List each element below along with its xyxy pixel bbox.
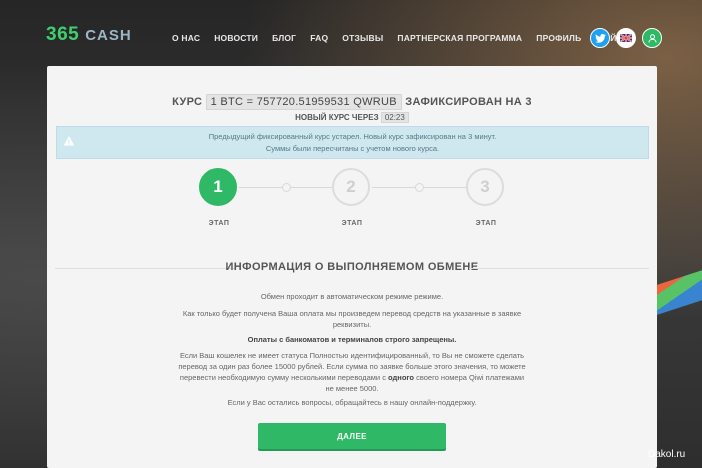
step-2: 2 ЭТАП: [332, 168, 372, 227]
site-header: 365 CASH О НАС НОВОСТИ БЛОГ FAQ ОТЗЫВЫ ПА…: [0, 0, 702, 70]
info-paragraph-3: Если Ваш кошелек не имеет статуса Полнос…: [47, 350, 657, 394]
next-rate-timer: 02:23: [380, 112, 409, 123]
info-warning: Оплаты с банкоматов и терминалов строго …: [247, 335, 457, 344]
rate-prefix: КУРС: [172, 96, 203, 108]
step-connector: [424, 187, 467, 188]
step-dot: [282, 183, 291, 192]
main-nav: О НАС НОВОСТИ БЛОГ FAQ ОТЗЫВЫ ПАРТНЕРСКА…: [172, 33, 628, 43]
step-dot: [415, 183, 424, 192]
header-icons: [590, 28, 662, 48]
info-p3-line3-bold: одного: [388, 373, 415, 382]
nav-item-partner[interactable]: ПАРТНЕРСКАЯ ПРОГРАММА: [397, 33, 522, 43]
step-2-label: ЭТАП: [341, 220, 363, 227]
info-title: ИНФОРМАЦИЯ О ВЫПОЛНЯЕМОМ ОБМЕНЕ: [225, 261, 479, 273]
step-3: 3 ЭТАП: [466, 168, 506, 227]
step-3-number: 3: [466, 168, 504, 206]
rate-value: 1 BTC = 757720.51959531 QWRUB: [205, 94, 402, 110]
logo-text: CASH: [85, 27, 132, 44]
info-paragraph-1: Обмен проходит в автоматическом режиме р…: [260, 292, 444, 301]
info-paragraph-4: Если у Вас остались вопросы, обращайтесь…: [227, 398, 477, 407]
logo-number: 365: [46, 24, 80, 45]
nav-item-profile[interactable]: ПРОФИЛЬ: [536, 33, 581, 43]
info-paragraph-3-line-1: Если Ваш кошелек не имеет статуса Полнос…: [179, 351, 525, 360]
step-1: 1 ЭТАП: [199, 168, 239, 227]
info-p3-line3-c: своего номера Qiwi платежами: [416, 373, 525, 382]
info-paragraph-2-line-1: Как только будет получена Ваша оплата мы…: [182, 309, 522, 318]
nav-item-faq[interactable]: FAQ: [310, 33, 328, 43]
step-2-number: 2: [332, 168, 370, 206]
logo[interactable]: 365 CASH: [46, 24, 132, 46]
nav-item-reviews[interactable]: ОТЗЫВЫ: [342, 33, 383, 43]
twitter-icon[interactable]: [590, 28, 610, 48]
step-connector: [372, 187, 417, 188]
nav-item-blog[interactable]: БЛОГ: [272, 33, 296, 43]
watermark: Dakol.ru: [648, 449, 686, 460]
alert-line-1: Предыдущий фиксированный курс устарел. Н…: [208, 132, 497, 141]
step-1-label: ЭТАП: [208, 220, 230, 227]
step-connector: [291, 187, 332, 188]
step-connector: [239, 187, 285, 188]
step-3-label: ЭТАП: [475, 220, 497, 227]
info-paragraph-3-line-4: не менее 5000.: [325, 384, 379, 393]
rate-suffix: ЗАФИКСИРОВАН НА 3: [405, 96, 532, 108]
step-1-number: 1: [199, 168, 237, 206]
info-paragraph-2-line-2: реквизиты.: [332, 320, 372, 329]
info-p3-line3-a: перевести необходимую сумму несколькими …: [179, 373, 386, 382]
uk-flag-icon[interactable]: [616, 28, 636, 48]
next-rate-line: НОВЫЙ КУРС ЧЕРЕЗ 02:23: [47, 112, 657, 123]
rate-alert: Предыдущий фиксированный курс устарел. Н…: [56, 126, 649, 159]
warning-icon: [63, 136, 75, 146]
nav-item-news[interactable]: НОВОСТИ: [214, 33, 258, 43]
nav-item-about[interactable]: О НАС: [172, 33, 200, 43]
info-paragraph-2: Как только будет получена Ваша оплата мы…: [47, 308, 657, 330]
next-button[interactable]: ДАЛЕЕ: [258, 423, 446, 449]
progress-steps: 1 ЭТАП 2 ЭТАП 3 ЭТАП: [47, 168, 657, 238]
next-rate-prefix: НОВЫЙ КУРС ЧЕРЕЗ: [295, 113, 379, 122]
rate-line: КУРС 1 BTC = 757720.51959531 QWRUB ЗАФИК…: [47, 94, 657, 110]
user-icon[interactable]: [642, 28, 662, 48]
section-divider-right: [469, 268, 649, 269]
alert-line-2: Суммы были пересчитаны с учетом нового к…: [265, 144, 440, 153]
info-paragraph-3-line-3: перевести необходимую сумму несколькими …: [47, 372, 657, 383]
exchange-card: КУРС 1 BTC = 757720.51959531 QWRUB ЗАФИК…: [47, 66, 657, 468]
info-paragraph-3-line-2: перевод за один раз более 15000 рублей. …: [178, 362, 526, 371]
